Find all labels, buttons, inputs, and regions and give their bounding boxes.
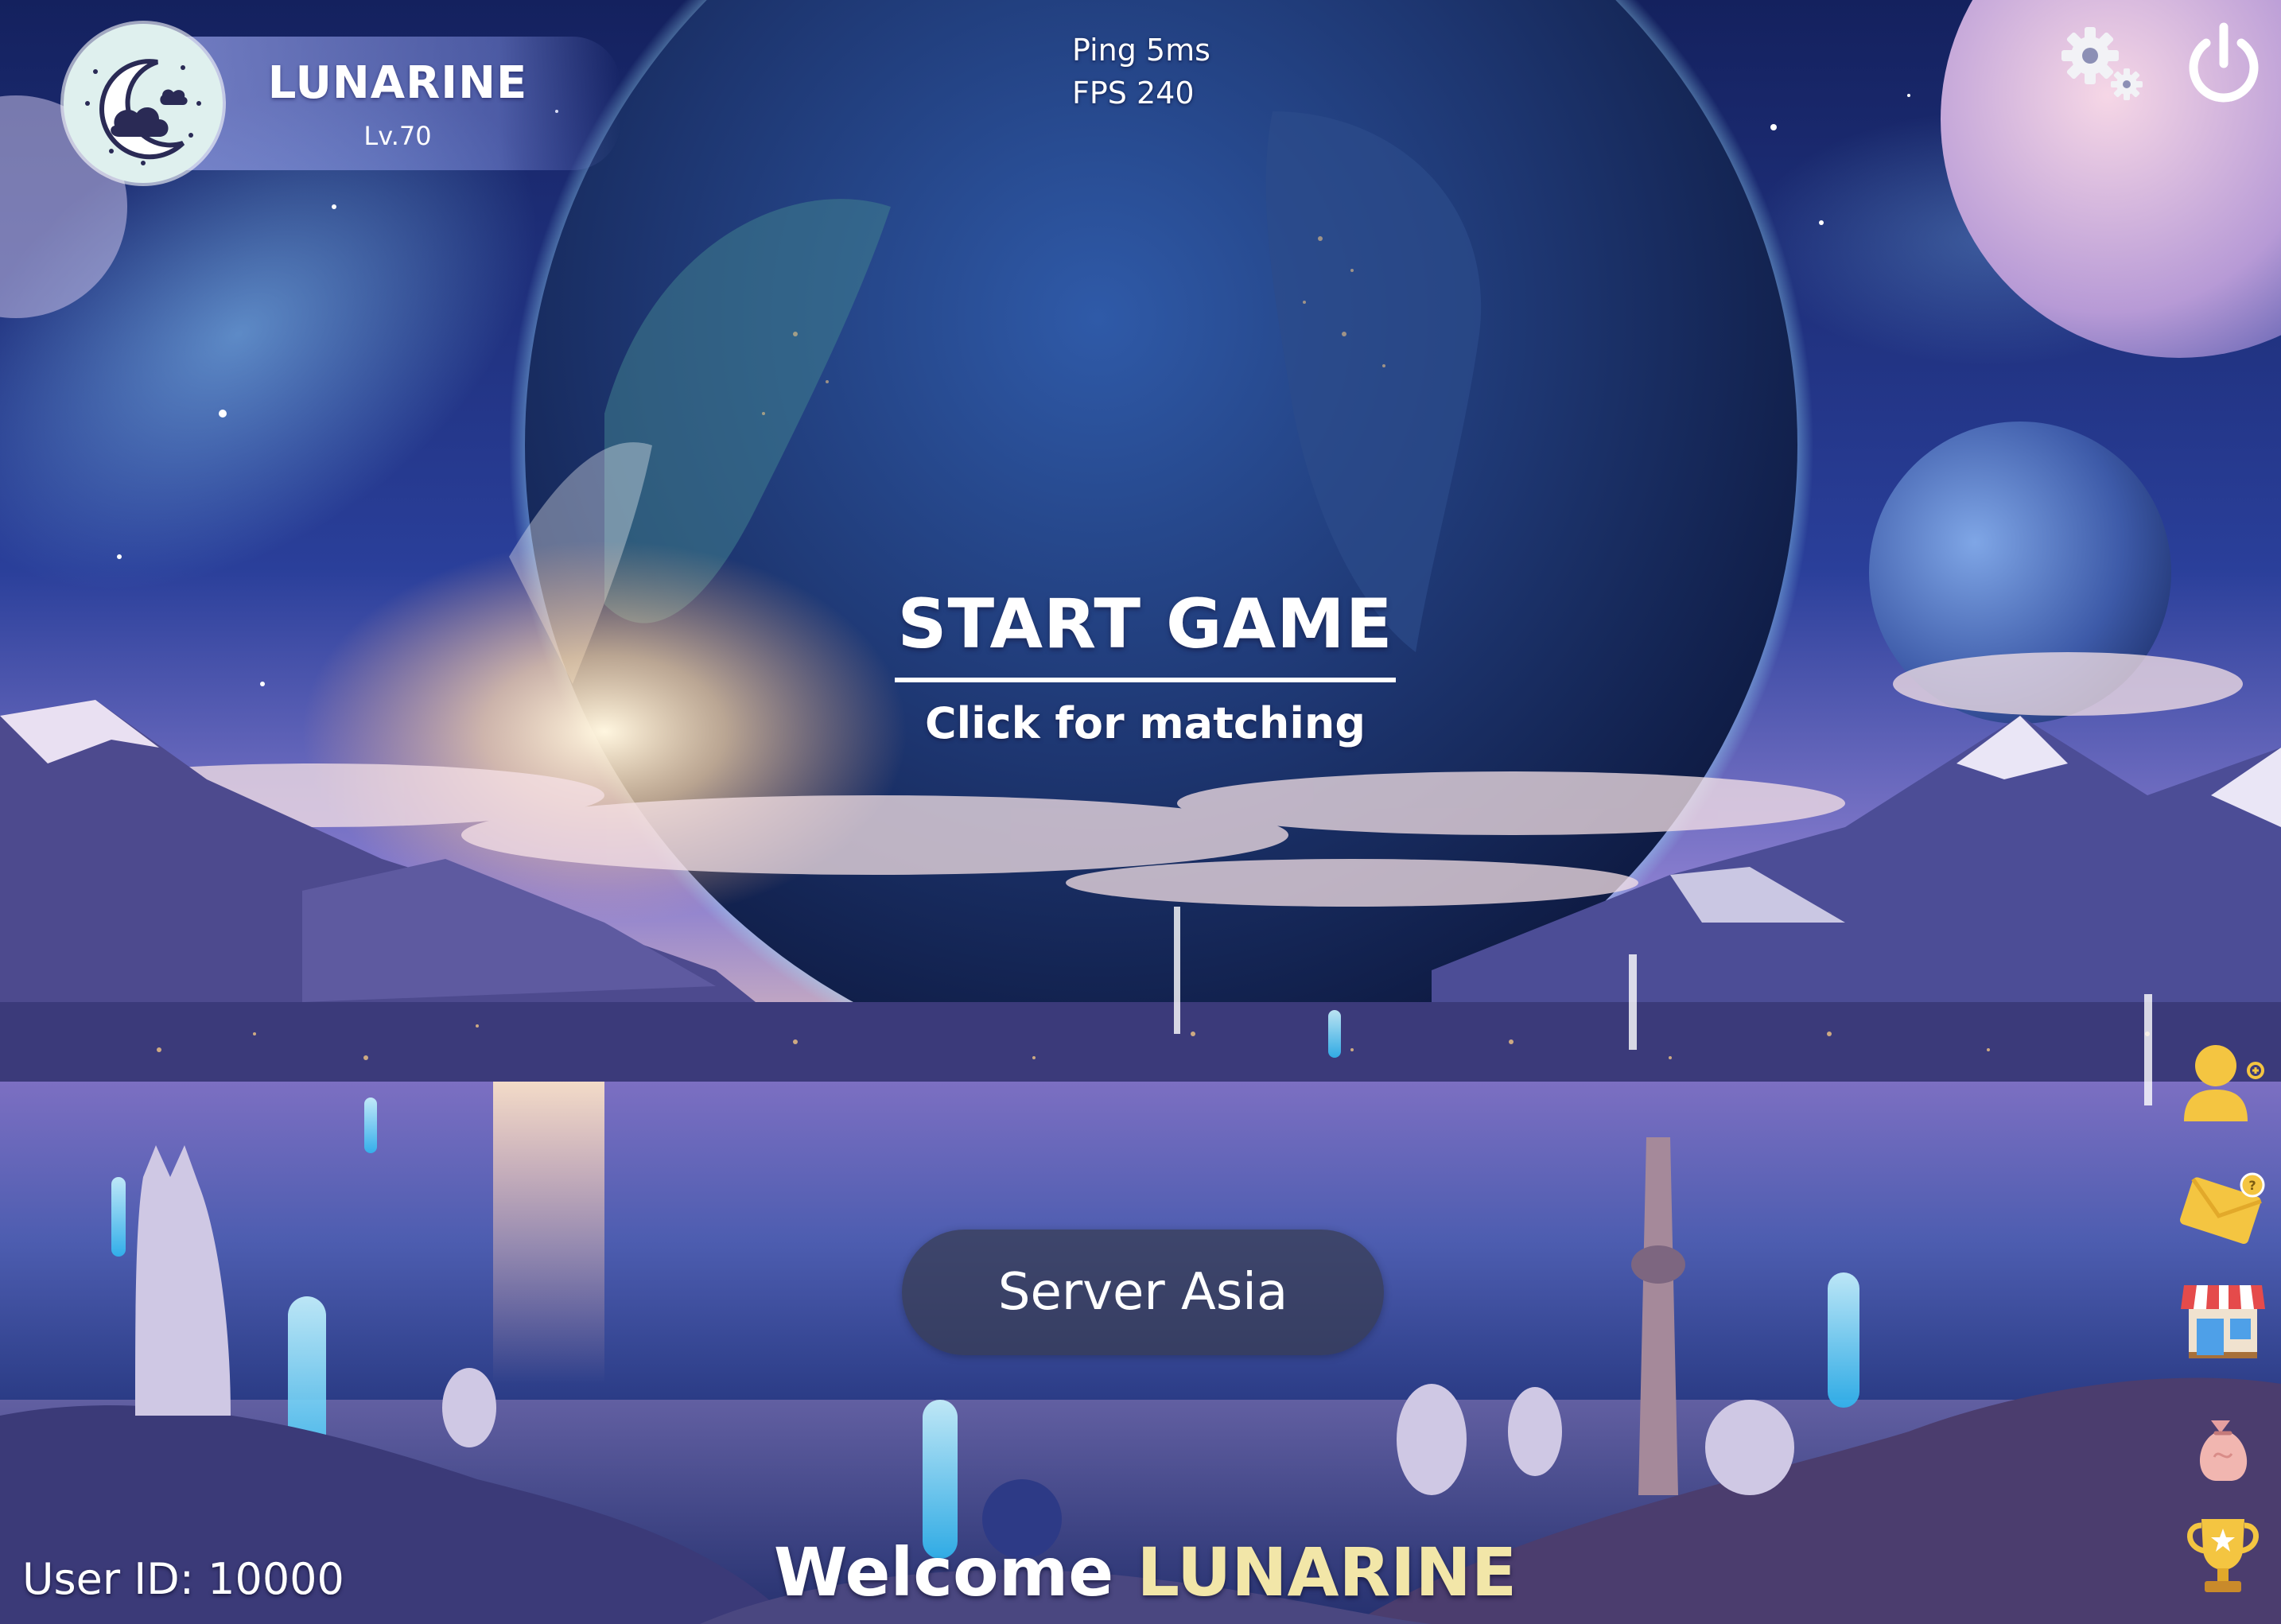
start-game-title: START GAME	[897, 585, 1393, 664]
start-divider	[895, 678, 1396, 682]
moon-cloud-avatar-icon	[85, 59, 201, 165]
shop-button[interactable]	[2179, 1274, 2267, 1362]
friends-icon	[2184, 1045, 2264, 1121]
welcome-player-name: LUNARINE	[1137, 1533, 1517, 1611]
start-game-button[interactable]: START GAME Click for matching	[875, 581, 1416, 748]
gears-icon	[2061, 27, 2143, 100]
welcome-prefix: Welcome	[773, 1533, 1114, 1611]
power-button[interactable]	[2184, 19, 2264, 107]
power-icon	[2189, 22, 2259, 103]
bag-button[interactable]	[2179, 1400, 2267, 1487]
mail-button[interactable]: ?	[2179, 1164, 2267, 1252]
trophy-icon	[2187, 1519, 2259, 1592]
game-lobby-screen: LUNARINE Lv.70 Ping 5ms FPS 240 START GA…	[0, 0, 2281, 1624]
network-stats: Ping 5ms FPS 240	[1072, 29, 1210, 115]
player-name: LUNARINE	[267, 57, 528, 109]
mail-icon: ?	[2180, 1172, 2265, 1245]
user-id: User ID: 10000	[22, 1554, 344, 1604]
ping-readout: Ping 5ms	[1072, 33, 1210, 68]
avatar[interactable]	[64, 24, 223, 183]
matching-subtitle: Click for matching	[925, 698, 1366, 748]
shop-icon	[2181, 1285, 2265, 1358]
server-select-button[interactable]: Server Asia	[902, 1230, 1384, 1355]
friends-button[interactable]	[2179, 1039, 2267, 1126]
fps-readout: FPS 240	[1072, 76, 1195, 111]
server-label: Server Asia	[997, 1263, 1288, 1322]
welcome-banner: Welcome LUNARINE	[716, 1533, 1575, 1611]
svg-text:?: ?	[2248, 1178, 2256, 1193]
player-level: Lv.70	[363, 121, 432, 151]
background-scene	[0, 0, 2281, 1624]
bag-icon	[2199, 1420, 2248, 1481]
settings-button[interactable]	[2058, 24, 2146, 103]
ranking-button[interactable]	[2179, 1511, 2267, 1599]
